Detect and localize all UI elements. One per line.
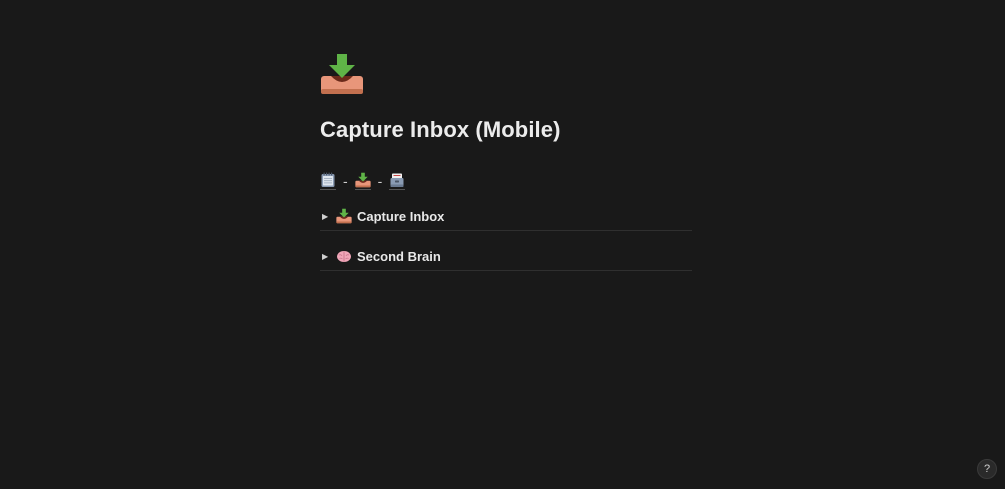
toggle-label: Capture Inbox: [357, 208, 445, 224]
toggle-second-brain[interactable]: ▶ Second Brain: [320, 242, 692, 271]
help-button[interactable]: ?: [977, 459, 997, 479]
toggle-label: Second Brain: [357, 248, 441, 264]
spiral-notepad-icon: [321, 172, 335, 187]
quick-links-row: - -: [320, 170, 692, 192]
page-content: Capture Inbox (Mobile) - - ▶ Capture Inb…: [320, 52, 692, 271]
inbox-tray-icon: [355, 172, 371, 188]
quick-link-notepad[interactable]: [320, 172, 336, 190]
quick-link-separator: -: [377, 173, 383, 189]
inbox-tray-icon: [336, 208, 352, 224]
quick-link-card-file-box[interactable]: [389, 172, 406, 190]
toggle-arrow-icon[interactable]: ▶: [322, 252, 334, 261]
toggle-capture-inbox[interactable]: ▶ Capture Inbox: [320, 202, 692, 231]
quick-link-separator: -: [343, 173, 348, 189]
page-title: Capture Inbox (Mobile): [320, 117, 561, 142]
brain-icon: [337, 251, 351, 262]
quick-link-inbox[interactable]: [354, 172, 371, 190]
inbox-tray-icon[interactable]: [320, 52, 364, 96]
toggle-arrow-icon[interactable]: ▶: [322, 212, 334, 221]
card-file-box-icon: [390, 173, 404, 187]
notion-page: Capture Inbox (Mobile) - - ▶ Capture Inb…: [0, 0, 1005, 489]
